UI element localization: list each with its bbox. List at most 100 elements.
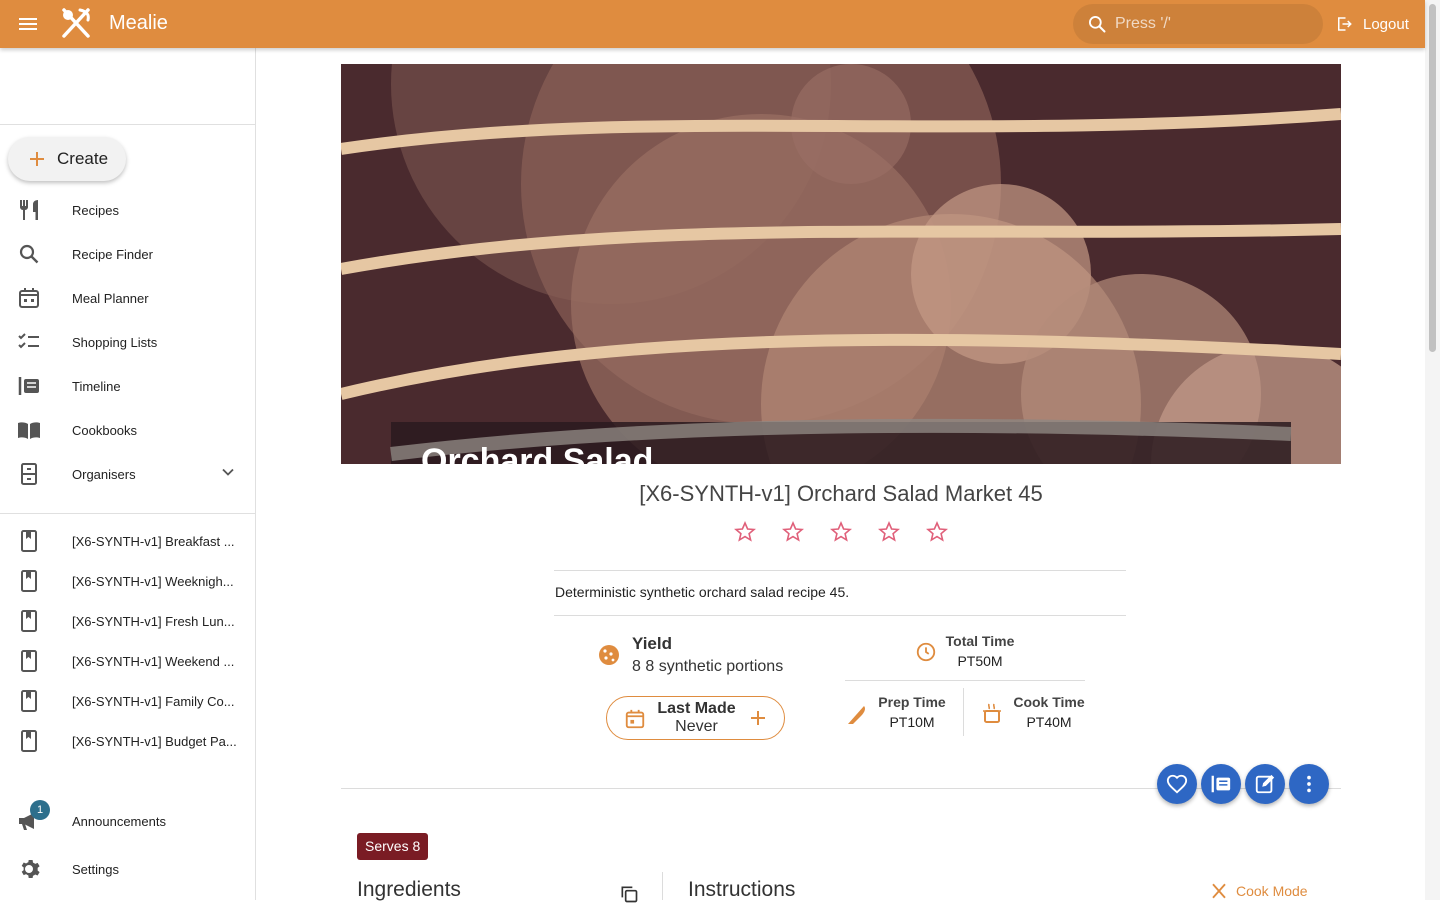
sidebar-item-recipes[interactable]: Recipes	[0, 188, 255, 232]
sidebar-item-announcements[interactable]: 1 Announcements	[0, 799, 255, 843]
pot-icon	[983, 703, 1001, 723]
divider	[845, 680, 1085, 681]
plus-icon	[751, 711, 765, 725]
sidebar-cookbook-item[interactable]: [X6-SYNTH-v1] Weeknigh...	[0, 559, 255, 603]
timeline-button[interactable]	[1201, 764, 1241, 804]
bookmark-book-icon	[21, 570, 37, 592]
recipe-title: [X6-SYNTH-v1] Orchard Salad Market 45	[639, 481, 1043, 506]
search-bar[interactable]	[1073, 4, 1323, 44]
divider	[554, 615, 1126, 616]
scrollbar-thumb[interactable]	[1429, 4, 1436, 352]
instructions-heading: Instructions	[688, 878, 796, 901]
star-icon[interactable]	[877, 520, 901, 544]
sidebar-cookbook-item[interactable]: [X6-SYNTH-v1] Fresh Lun...	[0, 599, 255, 643]
total-time-value: PT50M	[957, 653, 1003, 669]
prep-time-value: PT10M	[889, 714, 935, 730]
star-icon[interactable]	[733, 520, 757, 544]
sidebar-item-timeline[interactable]: Timeline	[0, 364, 255, 408]
sidebar-cookbook-item[interactable]: [X6-SYNTH-v1] Family Co...	[0, 679, 255, 723]
total-time: Total Time PT50M	[940, 633, 1020, 669]
sidebar-item-label: Cookbooks	[72, 422, 138, 438]
sidebar-item-cookbooks[interactable]: Cookbooks	[0, 408, 255, 452]
sidebar-item-shopping-lists[interactable]: Shopping Lists	[0, 320, 255, 364]
edit-button[interactable]	[1245, 764, 1285, 804]
search-icon	[19, 244, 39, 264]
yield-label: Yield	[632, 634, 672, 653]
clock-icon	[916, 642, 936, 662]
sidebar-item-label: [X6-SYNTH-v1] Fresh Lun...	[72, 613, 235, 629]
sidebar-item-label: Timeline	[72, 378, 121, 394]
announcements-badge: 1	[30, 800, 50, 820]
edit-icon	[1255, 774, 1275, 794]
divider	[554, 570, 1126, 571]
prep-time-label: Prep Time	[878, 694, 946, 710]
sidebar-item-label: Recipe Finder	[72, 246, 153, 262]
total-time-label: Total Time	[945, 633, 1015, 649]
sidebar-cookbook-item[interactable]: [X6-SYNTH-v1] Weekend ...	[0, 639, 255, 683]
bookmark-book-icon	[21, 730, 37, 752]
app-bar: Mealie Logout	[0, 0, 1425, 48]
cook-mode-label: Cook Mode	[1236, 883, 1308, 899]
sidebar-item-label: [X6-SYNTH-v1] Budget Pa...	[72, 733, 237, 749]
star-icon[interactable]	[781, 520, 805, 544]
plus-icon	[30, 152, 44, 166]
cook-time: Cook Time PT40M	[1009, 694, 1089, 730]
sidebar-item-label: Announcements	[72, 813, 166, 829]
calendar-icon	[19, 288, 39, 308]
recipe-description: Deterministic synthetic orchard salad re…	[555, 584, 850, 600]
favorite-button[interactable]	[1157, 764, 1197, 804]
create-button[interactable]: Create	[8, 137, 126, 181]
app-title[interactable]: Mealie	[109, 12, 168, 35]
bookmark-book-icon	[21, 530, 37, 552]
bookmark-book-icon	[21, 690, 37, 712]
serves-badge[interactable]: Serves 8	[357, 833, 429, 860]
sidebar-item-label: Organisers	[72, 466, 136, 482]
sidebar-item-label: Settings	[72, 861, 119, 877]
gear-icon	[21, 860, 40, 878]
sidebar-item-organisers[interactable]: Organisers	[0, 452, 255, 496]
ingredients-heading: Ingredients	[357, 878, 461, 901]
cook-time-value: PT40M	[1026, 714, 1072, 730]
bookmark-book-icon	[21, 610, 37, 632]
bookmark-book-icon	[21, 650, 37, 672]
knife-icon	[848, 706, 865, 724]
prep-time: Prep Time PT10M	[872, 694, 952, 730]
star-icon[interactable]	[925, 520, 949, 544]
star-icon[interactable]	[829, 520, 853, 544]
rating-stars[interactable]	[733, 520, 973, 544]
cookie-icon	[599, 645, 619, 665]
last-made-button[interactable]: Last Made Never	[606, 696, 785, 740]
cook-time-label: Cook Time	[1013, 694, 1085, 710]
create-label: Create	[57, 149, 109, 168]
search-icon	[1089, 16, 1106, 33]
divider	[963, 688, 964, 736]
heart-icon	[1166, 774, 1188, 794]
sidebar-item-recipe-finder[interactable]: Recipe Finder	[0, 232, 255, 276]
search-input[interactable]	[1115, 12, 1305, 36]
sidebar-item-label: Shopping Lists	[72, 334, 158, 350]
logout-button[interactable]: Logout	[1335, 12, 1409, 36]
cook-mode-button[interactable]: Cook Mode	[1210, 882, 1308, 900]
sidebar-item-label: [X6-SYNTH-v1] Weeknigh...	[72, 573, 234, 589]
sidebar-divider	[0, 513, 255, 514]
menu-icon[interactable]	[16, 12, 40, 36]
sidebar-item-label: [X6-SYNTH-v1] Weekend ...	[72, 653, 235, 669]
sidebar-item-settings[interactable]: Settings	[0, 847, 255, 891]
timeline-icon	[18, 377, 39, 395]
sidebar-item-label: [X6-SYNTH-v1] Family Co...	[72, 693, 235, 709]
sidebar-cookbook-item[interactable]: [X6-SYNTH-v1] Breakfast ...	[0, 519, 255, 563]
sidebar-item-label: [X6-SYNTH-v1] Breakfast ...	[72, 533, 235, 549]
sidebar-divider	[0, 124, 255, 125]
logout-icon	[1338, 17, 1352, 31]
chevron-down-icon[interactable]	[218, 462, 238, 482]
more-options-button[interactable]	[1289, 764, 1329, 804]
sidebar-item-label: Meal Planner	[72, 290, 149, 306]
logout-label: Logout	[1363, 15, 1409, 33]
copy-icon[interactable]	[619, 884, 639, 904]
book-open-icon	[18, 422, 40, 439]
sidebar-item-meal-planner[interactable]: Meal Planner	[0, 276, 255, 320]
cabinet-icon	[21, 463, 37, 485]
sidebar-cookbook-item[interactable]: [X6-SYNTH-v1] Budget Pa...	[0, 719, 255, 763]
fork-knife-icon	[20, 200, 38, 220]
mealie-logo-icon[interactable]	[58, 6, 94, 42]
